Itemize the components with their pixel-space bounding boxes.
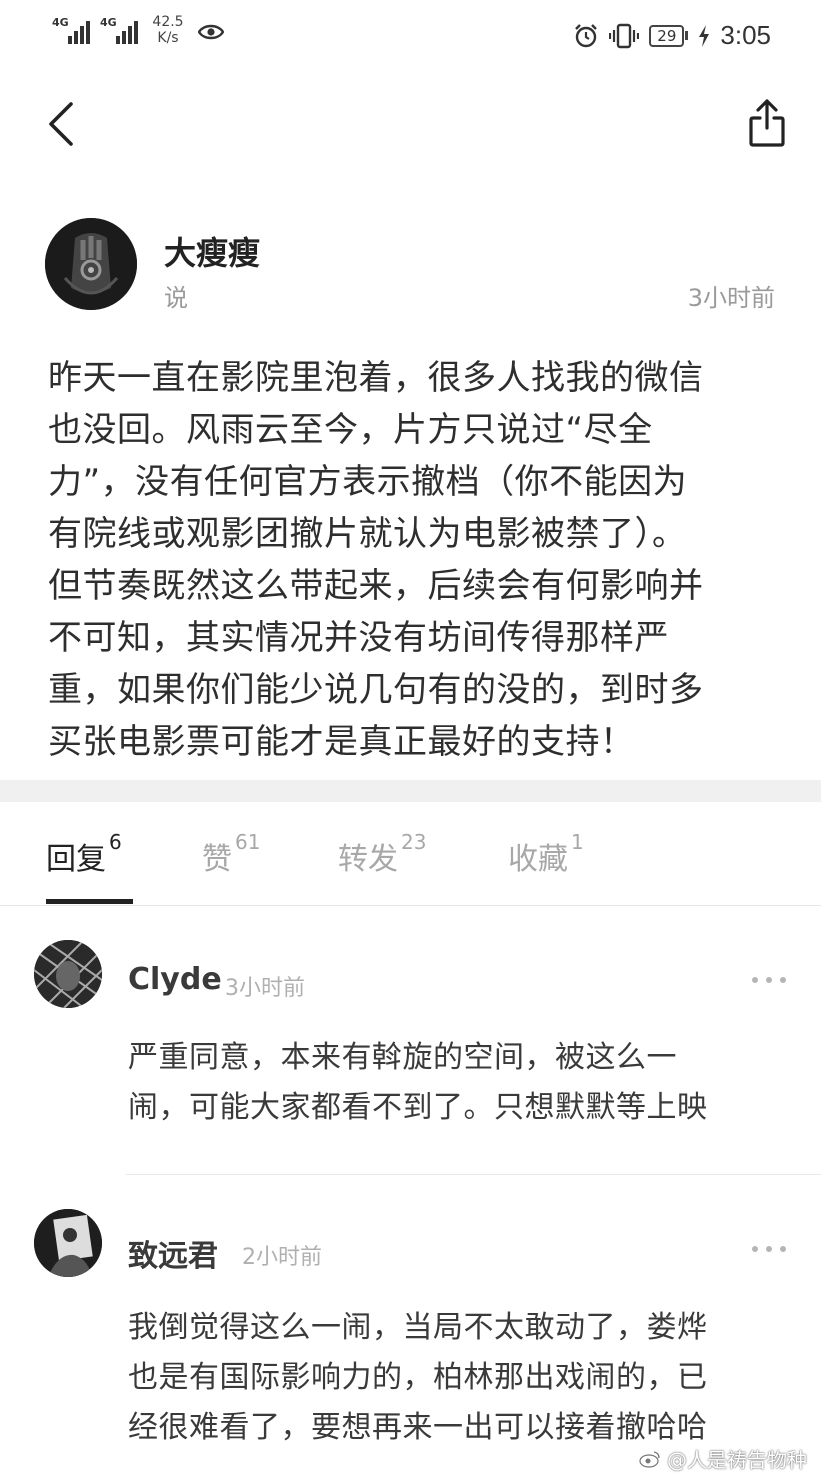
alarm-icon [575, 23, 598, 47]
tab-replies[interactable]: 回复 6 [46, 830, 122, 878]
section-divider [0, 780, 821, 802]
comment-line: 我倒觉得这么一闹，当局不太敢动了，娄烨 [128, 1310, 708, 1345]
author-avatar[interactable] [45, 218, 137, 310]
tab-likes[interactable]: 赞 61 [202, 830, 260, 878]
post-line: 也没回。风雨云至今，片方只说过“尽全 [48, 410, 653, 450]
comment-text: 我倒觉得这么一闹，当局不太敢动了，娄烨 也是有国际影响力的，柏林那出戏闹的，已 … [128, 1303, 788, 1453]
status-bar: 4G 4G 42.5 K/s 29 3:05 [0, 0, 821, 70]
tab-favorites[interactable]: 收藏 1 [508, 830, 584, 878]
comment-line: 严重同意，本来有斡旋的空间，被这么一 [128, 1040, 677, 1075]
post-line: 但节奏既然这么带起来，后续会有何影响并 [48, 566, 704, 606]
comment-line: 闹，可能大家都看不到了。只想默默等上映 [128, 1090, 708, 1125]
comment-avatar[interactable] [34, 940, 102, 1008]
avatar-image [34, 940, 102, 1008]
comment-line: 也是有国际影响力的，柏林那出戏闹的，已 [128, 1360, 708, 1395]
signal-1-label: 4G [52, 16, 69, 29]
post-line: 重，如果你们能少说几句有的没的，到时多 [48, 670, 704, 710]
post-line: 有院线或观影团撤片就认为电影被禁了）。 [48, 514, 687, 554]
share-icon[interactable] [748, 98, 786, 148]
active-tab-indicator [46, 899, 133, 904]
watermark: @人是祷告物种 [639, 1444, 807, 1473]
comment-author[interactable]: 致远君 [128, 1231, 218, 1275]
network-speed: 42.5 K/s [148, 14, 188, 46]
tab-label: 赞 [202, 842, 232, 877]
weibo-logo-icon [639, 1450, 660, 1468]
status-bar-left: 4G 4G 42.5 K/s [52, 14, 224, 46]
post-line: 不可知，其实情况并没有坊间传得那样严 [48, 618, 669, 658]
battery-level: 29 [649, 24, 685, 47]
comment-time: 2小时前 [242, 1245, 322, 1270]
signal-2-label: 4G [100, 16, 117, 29]
vibrate-icon [609, 23, 640, 48]
post-line: 力”，没有任何官方表示撤档（你不能因为 [48, 462, 688, 502]
more-options-icon[interactable] [752, 975, 786, 985]
post-line: 买张电影票可能才是真正最好的支持！ [48, 722, 635, 762]
tab-reposts[interactable]: 转发 23 [338, 830, 426, 878]
tab-label: 回复 [46, 842, 106, 877]
back-chevron-left-icon[interactable] [46, 100, 76, 148]
comment-time: 3小时前 [225, 976, 305, 1001]
avatar-image [34, 1209, 102, 1277]
comment-author[interactable]: Clyde [128, 962, 222, 997]
battery-icon: 29 [649, 24, 689, 47]
tab-label: 转发 [338, 842, 398, 877]
tab-bar: 回复 6 赞 61 转发 23 收藏 1 [0, 802, 821, 906]
comment-avatar[interactable] [34, 1209, 102, 1277]
signal-strength-icon: 4G [52, 14, 90, 44]
tab-count: 6 [109, 830, 122, 854]
post-body: 昨天一直在影院里泡着，很多人找我的微信 也没回。风雨云至今，片方只说过“尽全 力… [48, 352, 788, 768]
tab-count: 61 [235, 830, 261, 854]
network-speed-value: 42.5 [152, 14, 184, 30]
post-time: 3小时前 [687, 284, 775, 312]
eye-comfort-icon [198, 24, 224, 40]
comment-text: 严重同意，本来有斡旋的空间，被这么一 闹，可能大家都看不到了。只想默默等上映 [128, 1033, 788, 1133]
tab-count: 1 [571, 830, 584, 854]
comment-divider [126, 1174, 821, 1175]
signal-strength-icon-2: 4G [100, 14, 138, 44]
author-verb: 说 [164, 284, 188, 312]
status-bar-right: 29 3:05 [573, 20, 771, 51]
tab-label: 收藏 [508, 842, 568, 877]
avatar-image [45, 218, 137, 310]
charging-icon [699, 24, 710, 47]
network-speed-unit: K/s [157, 30, 179, 46]
watermark-text: @人是祷告物种 [667, 1448, 807, 1472]
tab-count: 23 [401, 830, 427, 854]
author-name[interactable]: 大瘦瘦 [164, 228, 260, 274]
clock: 3:05 [720, 20, 771, 50]
more-options-icon[interactable] [752, 1244, 786, 1254]
post-line: 昨天一直在影院里泡着，很多人找我的微信 [48, 358, 704, 398]
